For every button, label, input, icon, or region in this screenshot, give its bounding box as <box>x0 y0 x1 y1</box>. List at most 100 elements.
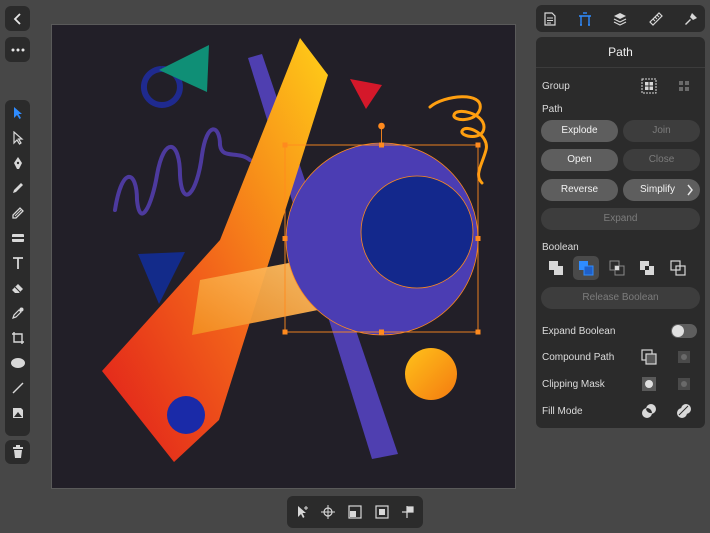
studio-tabs <box>536 5 705 32</box>
resize-handle[interactable] <box>379 142 384 148</box>
boolean-intersect-button[interactable] <box>604 256 630 280</box>
move-tool-button[interactable] <box>5 102 30 124</box>
explode-button[interactable]: Explode <box>541 120 618 142</box>
place-image-button[interactable] <box>5 402 30 424</box>
pen-tool-icon <box>13 157 22 169</box>
boolean-intersect-icon <box>609 260 625 276</box>
purple-squiggle[interactable] <box>113 127 252 216</box>
node-tool-icon <box>12 131 24 145</box>
line-tool-button[interactable] <box>5 377 30 399</box>
release-boolean-button[interactable]: Release Boolean <box>541 287 700 309</box>
toggle-knob <box>672 325 684 337</box>
navy-small-circle[interactable] <box>167 396 205 434</box>
more-button[interactable] <box>5 37 30 62</box>
clipping-mask-button[interactable] <box>640 375 658 393</box>
line-tool-icon <box>12 382 23 394</box>
fill-mode-winding-icon <box>677 404 691 418</box>
group-button[interactable] <box>640 77 658 95</box>
text-tool-icon <box>12 257 23 269</box>
resize-handle[interactable] <box>379 329 384 335</box>
resize-handle[interactable] <box>475 329 481 335</box>
boolean-add-button[interactable] <box>543 256 569 280</box>
move-tool-icon <box>13 107 22 119</box>
boolean-add-icon <box>549 261 563 275</box>
center-button[interactable] <box>373 503 391 521</box>
crop-tool-button[interactable] <box>5 327 30 349</box>
group-icon <box>641 78 657 94</box>
tab-ruler[interactable] <box>646 9 666 29</box>
fill-tool-button[interactable] <box>5 227 30 249</box>
boolean-divide-button[interactable] <box>665 256 691 280</box>
boolean-subtract-button[interactable] <box>573 256 599 280</box>
resize-handle[interactable] <box>282 142 288 148</box>
teal-triangle[interactable] <box>159 45 209 92</box>
release-clipping-button[interactable] <box>675 375 693 393</box>
orange-sun-circle[interactable] <box>405 348 457 400</box>
expand-boolean-toggle[interactable] <box>671 324 697 338</box>
expand-button[interactable]: Expand <box>541 208 700 230</box>
color-picker-icon <box>11 307 23 319</box>
compound-path-label: Compound Path <box>542 352 615 363</box>
tools-toolbar <box>5 100 30 436</box>
document-icon <box>544 12 556 26</box>
compound-path-button[interactable] <box>640 348 658 366</box>
resize-handle[interactable] <box>282 329 288 335</box>
artwork[interactable] <box>52 25 515 488</box>
ellipsis-icon <box>11 48 24 51</box>
reverse-button[interactable]: Reverse <box>541 179 618 201</box>
tab-document[interactable] <box>540 9 560 29</box>
open-button[interactable]: Open <box>541 149 618 171</box>
rotation-handle[interactable] <box>378 122 385 130</box>
chevron-left-icon <box>13 12 21 25</box>
place-image-icon <box>12 408 23 418</box>
fill-mode-winding-button[interactable] <box>675 402 693 420</box>
resize-handle[interactable] <box>475 236 481 241</box>
align-button[interactable] <box>346 503 364 521</box>
fill-mode-alternate-button[interactable] <box>640 402 658 420</box>
transform-origin-button[interactable] <box>319 503 337 521</box>
pen-tool-button[interactable] <box>5 152 30 174</box>
selected-boolean-shape[interactable] <box>285 142 479 336</box>
boolean-divide-icon <box>670 260 686 276</box>
select-same-button[interactable] <box>293 503 311 521</box>
panel-title: Path <box>536 37 705 68</box>
simplify-label: Simplify <box>640 184 676 195</box>
context-toolbar <box>287 496 423 528</box>
select-arrow-icon <box>298 506 308 518</box>
tab-transform[interactable] <box>575 9 595 29</box>
join-button[interactable]: Join <box>623 120 700 142</box>
chevron-right-icon <box>687 184 693 196</box>
clipping-mask-label: Clipping Mask <box>542 379 605 390</box>
red-triangle[interactable] <box>350 79 382 109</box>
boolean-xor-button[interactable] <box>634 256 660 280</box>
tab-brushes[interactable] <box>681 9 701 29</box>
release-compound-button[interactable] <box>675 348 693 366</box>
delete-button[interactable] <box>5 440 30 464</box>
document-canvas[interactable] <box>52 25 515 488</box>
center-icon <box>375 505 389 519</box>
target-icon <box>321 505 335 519</box>
tab-layers[interactable] <box>610 9 630 29</box>
node-tool-button[interactable] <box>5 127 30 149</box>
resize-handle[interactable] <box>475 142 481 148</box>
ellipse-tool-button[interactable] <box>5 352 30 374</box>
compound-path-icon <box>641 349 657 365</box>
path-panel: Path Group Path Explode Join Open Close … <box>536 37 705 428</box>
expand-boolean-label: Expand Boolean <box>542 326 616 337</box>
close-button[interactable]: Close <box>623 149 700 171</box>
release-clipping-icon <box>678 378 690 390</box>
trash-icon <box>12 445 23 458</box>
vector-brush-button[interactable] <box>5 202 30 224</box>
ungroup-button[interactable] <box>675 77 693 95</box>
back-button[interactable] <box>5 6 30 31</box>
pin-button[interactable] <box>399 503 417 521</box>
text-tool-button[interactable] <box>5 252 30 274</box>
eraser-tool-button[interactable] <box>5 277 30 299</box>
release-compound-icon <box>678 351 690 363</box>
color-picker-button[interactable] <box>5 302 30 324</box>
resize-handle[interactable] <box>282 236 288 241</box>
align-icon <box>348 505 362 519</box>
crop-tool-icon <box>11 332 24 344</box>
boolean-subtract-icon <box>579 261 594 276</box>
pencil-tool-button[interactable] <box>5 177 30 199</box>
